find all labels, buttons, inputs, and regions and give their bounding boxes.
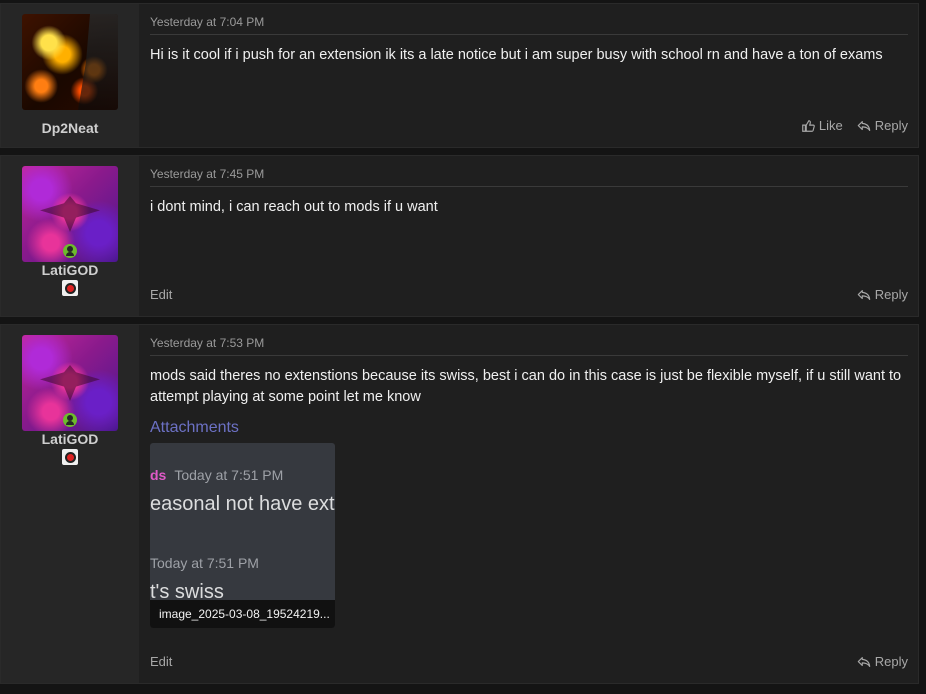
post-content: Yesterday at 7:53 PM mods said theres no… — [139, 325, 918, 683]
username[interactable]: LatiGOD — [42, 431, 99, 447]
reply-button[interactable]: Reply — [857, 118, 908, 133]
post: LatiGOD Yesterday at 7:53 PM mods said t… — [0, 324, 919, 684]
attachment-text: Today at 7:51 PM — [150, 555, 259, 571]
post-body: mods said theres no extenstions because … — [150, 368, 902, 405]
user-column: LatiGOD — [1, 325, 139, 683]
attachment-text: easonal not have exte — [150, 493, 335, 515]
post-actions: Like Reply — [150, 118, 908, 133]
reply-label: Reply — [874, 287, 908, 302]
reply-label: Reply — [874, 654, 908, 669]
edit-button[interactable]: Edit — [150, 287, 172, 302]
attachment-text: Today at 7:51 PM — [174, 467, 284, 483]
username[interactable]: Dp2Neat — [42, 120, 99, 136]
user-column: LatiGOD — [1, 156, 139, 316]
reply-button[interactable]: Reply — [857, 654, 908, 669]
post-body: Hi is it cool if i push for an extension… — [150, 47, 883, 63]
reply-label: Reply — [874, 118, 908, 133]
post-content: Yesterday at 7:04 PM Hi is it cool if i … — [139, 4, 918, 147]
like-label: Like — [818, 118, 843, 133]
reply-button[interactable]: Reply — [857, 287, 908, 302]
attachment-filename[interactable]: image_2025-03-08_19524219... — [150, 600, 335, 628]
username[interactable]: LatiGOD — [42, 262, 99, 278]
post-body: i dont mind, i can reach out to mods if … — [150, 199, 438, 215]
post-timestamp[interactable]: Yesterday at 7:04 PM — [150, 4, 908, 35]
post: Dp2Neat Yesterday at 7:04 PM Hi is it co… — [0, 3, 919, 148]
attachment-text: ds — [150, 467, 167, 483]
reply-icon — [857, 289, 871, 300]
user-column: Dp2Neat — [1, 4, 139, 147]
post-actions: Edit Reply — [150, 654, 908, 669]
online-status-icon — [63, 244, 77, 258]
post-content: Yesterday at 7:45 PM i dont mind, i can … — [139, 156, 918, 316]
edit-button[interactable]: Edit — [150, 654, 172, 669]
post-timestamp[interactable]: Yesterday at 7:53 PM — [150, 325, 908, 356]
user-badge-icon — [62, 449, 78, 465]
reply-icon — [857, 656, 871, 667]
attachments-heading: Attachments — [150, 419, 239, 436]
like-button[interactable]: Like — [801, 118, 843, 133]
avatar[interactable] — [22, 14, 118, 110]
online-status-icon — [63, 413, 77, 427]
attachment-thumbnail[interactable]: ds Today at 7:51 PM easonal not have exte… — [150, 443, 335, 628]
post-actions: Edit Reply — [150, 287, 908, 302]
reply-icon — [857, 120, 871, 131]
user-badge-icon — [62, 280, 78, 296]
thumbs-up-icon — [802, 119, 815, 132]
thread: Dp2Neat Yesterday at 7:04 PM Hi is it co… — [0, 0, 926, 694]
post: LatiGOD Yesterday at 7:45 PM i dont mind… — [0, 155, 919, 317]
post-timestamp[interactable]: Yesterday at 7:45 PM — [150, 156, 908, 187]
